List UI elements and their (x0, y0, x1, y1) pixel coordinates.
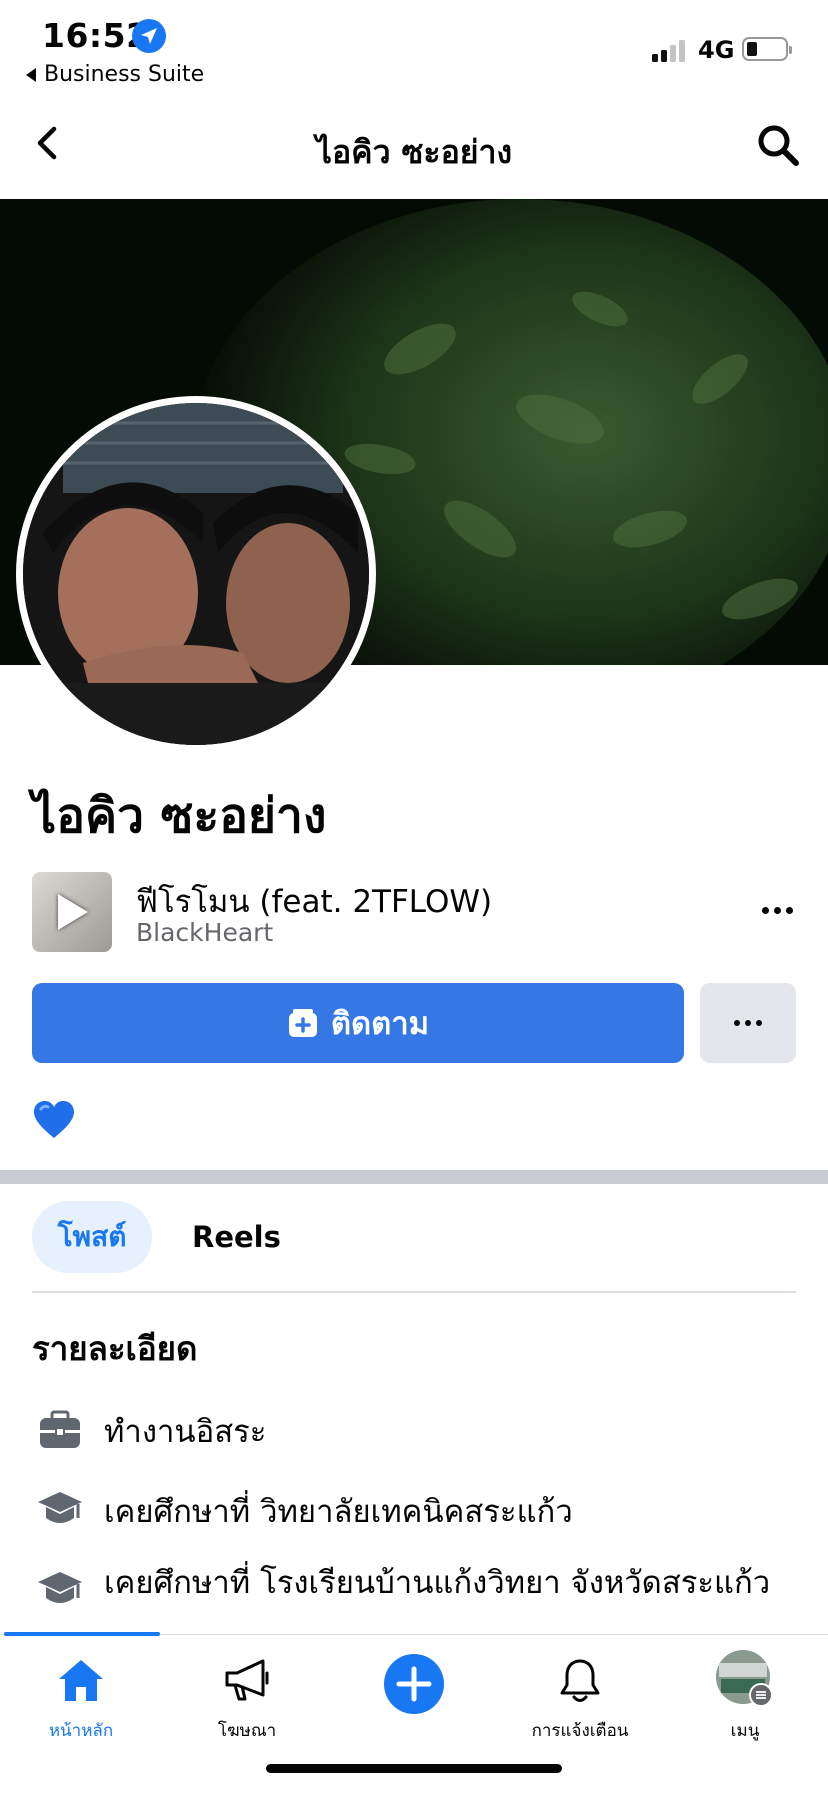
tab-label: หน้าหลัก (48, 1721, 114, 1741)
graduation-cap-icon (38, 1572, 82, 1603)
details-heading: รายละเอียด (32, 1329, 198, 1368)
tab-label: การแจ้งเตือน (531, 1721, 629, 1741)
briefcase-icon (40, 1410, 80, 1448)
follow-button[interactable]: ติดตาม (32, 983, 684, 1063)
navigation-bar: ไอคิว ซะอย่าง (0, 95, 828, 199)
follow-plus-icon (288, 1009, 317, 1037)
profile-name: ไอคิว ซะอย่าง (32, 788, 327, 844)
menu-avatar-icon (716, 1650, 773, 1707)
location-arrow-icon (132, 19, 166, 53)
tab-home[interactable]: หน้าหลัก (6, 1635, 156, 1753)
back-to-app-link[interactable]: Business Suite (24, 62, 204, 87)
status-bar: 16:52 Business Suite 4G (0, 0, 828, 95)
tab-reels[interactable]: Reels (192, 1201, 281, 1273)
tab-label: โฆษณา (217, 1721, 277, 1741)
tab-label: เมนู (730, 1721, 760, 1741)
detail-item-work: ทำงานอิสระ (36, 1400, 806, 1460)
battery-icon (742, 37, 792, 61)
song-thumbnail[interactable] (32, 872, 112, 952)
tab-posts[interactable]: โพสต์ (32, 1201, 152, 1273)
detail-item-education: เคยศึกษาที่ วิทยาลัยเทคนิคสระแก้ว (36, 1480, 806, 1540)
blue-heart-icon (34, 1101, 74, 1138)
song-artist: BlackHeart (136, 918, 274, 947)
profile-tabs: โพสต์ Reels (32, 1201, 796, 1293)
detail-text[interactable]: เคยศึกษาที่ วิทยาลัยเทคนิคสระแก้ว (104, 1486, 573, 1536)
detail-text[interactable]: เคยศึกษาที่ โรงเรียนบ้านแก้งวิทยา จังหวั… (104, 1562, 794, 1604)
home-icon (59, 1660, 103, 1701)
bell-icon (560, 1659, 600, 1702)
back-app-label: Business Suite (44, 62, 205, 87)
home-indicator (266, 1764, 562, 1773)
song-more-icon[interactable] (752, 890, 802, 930)
network-type: 4G (698, 36, 735, 64)
tab-ads[interactable]: โฆษณา (172, 1635, 322, 1753)
follow-label: ติดตาม (330, 1006, 430, 1042)
create-button[interactable] (339, 1635, 489, 1753)
detail-text: ทำงานอิสระ (104, 1414, 267, 1450)
back-triangle-icon (26, 67, 36, 82)
more-options-button[interactable] (700, 983, 796, 1063)
tab-notifications[interactable]: การแจ้งเตือน (505, 1635, 655, 1753)
signal-icon (652, 40, 690, 62)
create-plus-icon (384, 1654, 444, 1714)
play-icon[interactable] (58, 894, 88, 930)
detail-item-education: เคยศึกษาที่ โรงเรียนบ้านแก้งวิทยา จังหวั… (36, 1560, 806, 1634)
section-divider (0, 1170, 828, 1184)
tab-menu[interactable]: เมนู (670, 1635, 820, 1753)
graduation-cap-icon (38, 1492, 82, 1523)
profile-picture[interactable] (16, 396, 376, 752)
page-title: ไอคิว ซะอย่าง (315, 133, 513, 171)
search-icon[interactable] (756, 123, 800, 167)
profile-song[interactable]: ฟีโรโมน (feat. 2TFLOW) BlackHeart (32, 872, 802, 952)
megaphone-icon (225, 1659, 269, 1701)
